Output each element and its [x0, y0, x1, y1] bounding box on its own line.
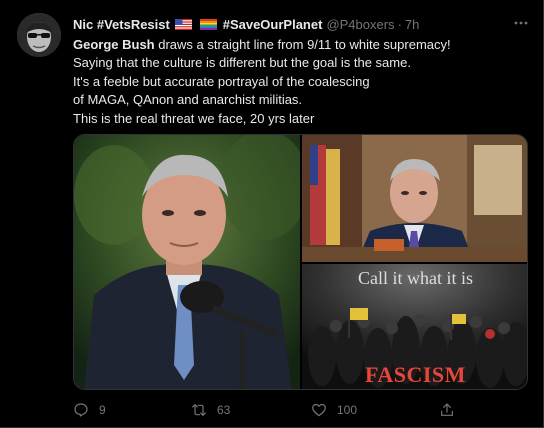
poster-caption-bottom: FASCISM — [365, 362, 466, 387]
user-handle[interactable]: @P4boxers — [326, 17, 394, 32]
tweet-actions: 9 63 100 — [73, 400, 513, 420]
tweet[interactable]: Nic #VetsResist #SaveOurPlanet @P4boxers — [0, 0, 544, 428]
reply-button[interactable]: 9 — [73, 402, 106, 418]
share-button[interactable] — [439, 402, 465, 418]
heart-icon — [312, 403, 326, 417]
tweet-text-line: of MAGA, QAnon and anarchist militias. — [73, 92, 303, 108]
share-icon — [441, 403, 453, 416]
tweet-header: Nic #VetsResist #SaveOurPlanet @P4boxers — [73, 15, 419, 33]
photo-speaker-desk[interactable] — [302, 135, 527, 262]
tweet-text-line: George Bush draws a straight line from 9… — [73, 36, 528, 54]
like-count: 100 — [337, 403, 358, 417]
like-button[interactable]: 100 — [311, 402, 357, 418]
avatar-image — [17, 13, 61, 57]
retweet-icon — [192, 404, 206, 416]
more-icon — [514, 21, 528, 25]
media-grid: Call it what it is FASCISM — [73, 134, 528, 390]
tweet-text-bold: George Bush — [73, 37, 155, 52]
avatar[interactable] — [17, 13, 61, 57]
reply-count: 9 — [99, 403, 106, 417]
timestamp[interactable]: 7h — [405, 17, 419, 32]
poster-caption-top: Call it what it is — [358, 268, 473, 288]
photo-speaker-image — [74, 135, 309, 389]
display-name[interactable]: Nic #VetsResist #SaveOurPlanet — [73, 17, 322, 32]
more-options-button[interactable] — [512, 14, 530, 32]
photo-speaker-desk-image — [302, 135, 527, 262]
retweet-button[interactable]: 63 — [191, 402, 230, 418]
photo-crowd-poster[interactable]: Call it what it is FASCISM — [302, 264, 527, 389]
tweet-text-line: This is the real threat we face, 20 yrs … — [73, 110, 315, 126]
tweet-text: George Bush draws a straight line from 9… — [73, 36, 528, 128]
reply-icon — [74, 403, 88, 417]
tweet-text-rest: draws a straight line from 9/11 to white… — [154, 37, 451, 52]
tweet-text-line: It's a feeble but accurate portrayal of … — [73, 73, 370, 89]
display-name-text: Nic #VetsResist — [73, 16, 170, 32]
rainbow-flag-icon — [200, 18, 218, 30]
tweet-text-line: Saying that the culture is different but… — [73, 55, 411, 71]
separator: · — [397, 16, 402, 32]
retweet-count: 63 — [217, 403, 231, 417]
us-flag-icon — [175, 18, 193, 30]
photo-speaker[interactable] — [74, 135, 309, 389]
display-name-text: #SaveOurPlanet — [222, 16, 323, 32]
